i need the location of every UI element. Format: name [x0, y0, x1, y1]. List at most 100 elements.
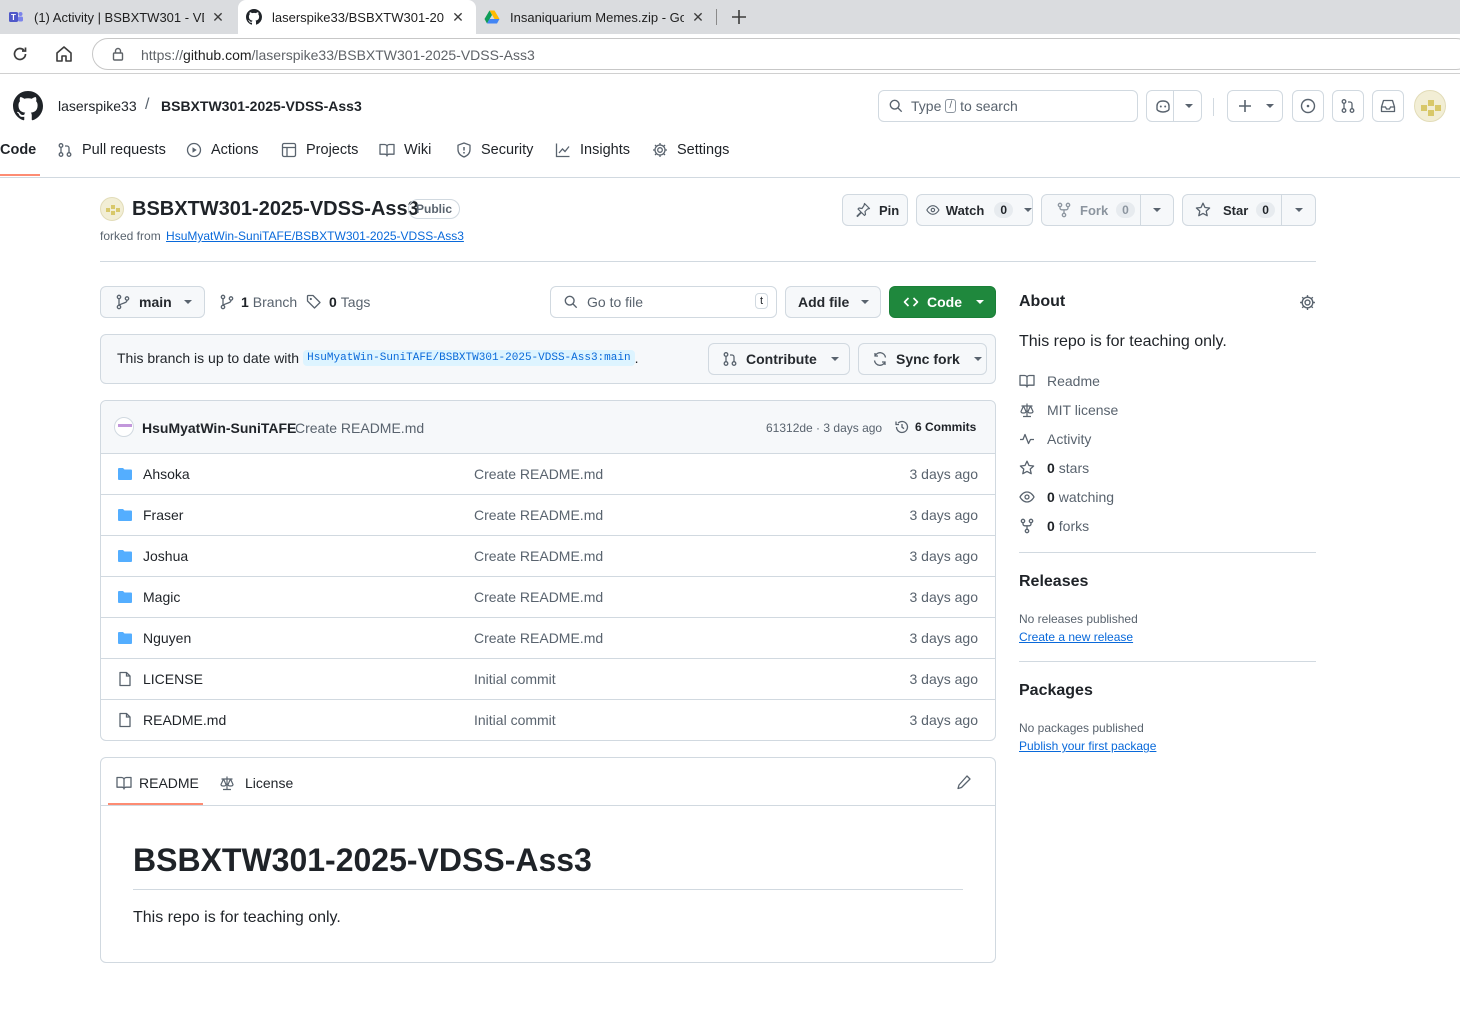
- address-bar[interactable]: https://github.com/laserspike33/BSBXTW30…: [92, 38, 1460, 70]
- fork-dropdown-button[interactable]: [1140, 194, 1174, 226]
- commit-sha-time[interactable]: 61312de · 3 days ago: [766, 421, 882, 435]
- file-name-link[interactable]: Magic: [143, 589, 180, 605]
- upstream-ref-link[interactable]: HsuMyatWin-SuniTAFE/BSBXTW301-2025-VDSS-…: [303, 350, 635, 366]
- repo-title[interactable]: BSBXTW301-2025-VDSS-Ass3: [132, 198, 419, 221]
- packages-title[interactable]: Packages: [1019, 682, 1093, 700]
- star-button[interactable]: Star 0: [1182, 194, 1282, 226]
- tag-icon: [306, 294, 321, 309]
- file-icon: [117, 712, 133, 728]
- tab-label: Wiki: [404, 142, 432, 158]
- forked-from-link[interactable]: HsuMyatWin-SuniTAFE/BSBXTW301-2025-VDSS-…: [166, 229, 464, 243]
- file-commit-message[interactable]: Create README.md: [474, 630, 603, 646]
- readme-link[interactable]: Readme: [1019, 373, 1100, 389]
- create-release-link[interactable]: Create a new release: [1019, 630, 1133, 644]
- go-to-file-input[interactable]: Go to file t: [550, 286, 777, 318]
- commits-link[interactable]: 6 Commits: [894, 419, 976, 435]
- file-commit-message[interactable]: Initial commit: [474, 712, 556, 728]
- breadcrumb-repo[interactable]: BSBXTW301-2025-VDSS-Ass3: [161, 98, 362, 114]
- file-row[interactable]: Magic Create README.md 3 days ago: [101, 576, 995, 617]
- publish-package-link[interactable]: Publish your first package: [1019, 739, 1156, 753]
- file-row[interactable]: Joshua Create README.md 3 days ago: [101, 535, 995, 576]
- tab-settings[interactable]: Settings: [652, 142, 729, 158]
- file-row[interactable]: Nguyen Create README.md 3 days ago: [101, 617, 995, 658]
- commit-message[interactable]: Create README.md: [295, 420, 424, 436]
- inbox-button[interactable]: [1372, 90, 1404, 122]
- commit-author[interactable]: HsuMyatWin-SuniTAFE: [142, 420, 296, 436]
- search-placeholder-type: Type: [911, 98, 942, 114]
- tab-projects[interactable]: Projects: [281, 142, 358, 158]
- tab-license[interactable]: License: [219, 775, 293, 791]
- releases-title[interactable]: Releases: [1019, 573, 1088, 591]
- branch-select-button[interactable]: main: [100, 286, 205, 318]
- fork-button[interactable]: Fork 0: [1041, 194, 1141, 226]
- file-commit-message[interactable]: Initial commit: [474, 671, 556, 687]
- tab-pull-requests[interactable]: Pull requests: [57, 142, 166, 158]
- star-dropdown-button[interactable]: [1281, 194, 1316, 226]
- tab-security[interactable]: Security: [456, 142, 533, 158]
- activity-link[interactable]: Activity: [1019, 431, 1091, 447]
- forks-link[interactable]: 0 forks: [1019, 518, 1089, 534]
- chevron-down-icon: [1024, 208, 1032, 212]
- file-name-link[interactable]: Joshua: [143, 548, 188, 564]
- global-search-input[interactable]: Type / to search: [878, 90, 1138, 122]
- close-tab-icon[interactable]: ✕: [210, 9, 226, 25]
- pencil-icon[interactable]: [956, 774, 972, 790]
- file-name-link[interactable]: Nguyen: [143, 630, 191, 646]
- pin-button[interactable]: Pin: [842, 194, 908, 226]
- tab-insights[interactable]: Insights: [555, 142, 630, 158]
- reload-icon[interactable]: [10, 44, 30, 64]
- file-commit-message[interactable]: Create README.md: [474, 589, 603, 605]
- tags-link[interactable]: 0 Tags: [306, 294, 370, 310]
- file-row[interactable]: Ahsoka Create README.md 3 days ago: [101, 453, 995, 494]
- close-tab-icon[interactable]: ✕: [450, 9, 466, 25]
- gear-icon[interactable]: [1299, 294, 1316, 311]
- github-logo-icon[interactable]: [13, 91, 43, 121]
- new-tab-icon[interactable]: [728, 6, 750, 28]
- avatar[interactable]: [1414, 90, 1446, 122]
- branch-label: main: [139, 294, 172, 310]
- code-label: Code: [927, 294, 962, 310]
- home-icon[interactable]: [54, 44, 74, 64]
- contribute-button[interactable]: Contribute: [708, 343, 850, 375]
- breadcrumb-owner[interactable]: laserspike33: [58, 98, 137, 114]
- commit-author-avatar[interactable]: [114, 417, 134, 437]
- browser-tab-github[interactable]: laserspike33/BSBXTW301-2025-V ✕: [238, 0, 476, 34]
- site-info-icon[interactable]: [111, 47, 125, 61]
- issues-button[interactable]: [1292, 90, 1324, 122]
- copilot-button[interactable]: [1146, 90, 1202, 122]
- close-tab-icon[interactable]: ✕: [690, 9, 706, 25]
- browser-tab-teams[interactable]: T (1) Activity | BSBXTW301 - VDSS - ✕: [0, 0, 236, 34]
- file-name-link[interactable]: Ahsoka: [143, 466, 190, 482]
- pull-requests-button[interactable]: [1332, 90, 1364, 122]
- stars-link[interactable]: 0 stars: [1019, 460, 1089, 476]
- file-row[interactable]: Fraser Create README.md 3 days ago: [101, 494, 995, 535]
- file-commit-message[interactable]: Create README.md: [474, 466, 603, 482]
- chevron-down-icon: [1185, 104, 1193, 108]
- file-icon: [117, 671, 133, 687]
- file-row[interactable]: README.md Initial commit 3 days ago: [101, 699, 995, 740]
- file-name-link[interactable]: LICENSE: [143, 671, 203, 687]
- file-name-link[interactable]: Fraser: [143, 507, 183, 523]
- tab-wiki[interactable]: Wiki: [379, 142, 431, 158]
- license-link[interactable]: MIT license: [1019, 402, 1118, 418]
- file-row[interactable]: LICENSE Initial commit 3 days ago: [101, 658, 995, 699]
- create-new-button[interactable]: [1227, 90, 1283, 122]
- browser-tab-drive[interactable]: Insaniquarium Memes.zip - Goog ✕: [476, 0, 716, 34]
- tab-actions[interactable]: Actions: [186, 142, 259, 158]
- sync-fork-button[interactable]: Sync fork: [858, 343, 987, 375]
- watch-button[interactable]: Watch 0: [916, 194, 1033, 226]
- branch-status-label: This branch is up to date with: [117, 350, 300, 366]
- tab-label: Pull requests: [82, 142, 166, 158]
- file-name-link[interactable]: README.md: [143, 712, 226, 728]
- file-commit-message[interactable]: Create README.md: [474, 507, 603, 523]
- file-commit-message[interactable]: Create README.md: [474, 548, 603, 564]
- search-shortcut-key: /: [945, 99, 957, 113]
- tab-code[interactable]: Code: [0, 142, 36, 158]
- code-button[interactable]: Code: [889, 286, 996, 318]
- watching-link[interactable]: 0 watching: [1019, 489, 1114, 505]
- branches-link[interactable]: 1 Branch: [219, 294, 297, 310]
- repo-owner-avatar[interactable]: [100, 197, 124, 221]
- commits-label: 6 Commits: [915, 420, 977, 434]
- add-file-button[interactable]: Add file: [785, 286, 881, 318]
- tab-readme[interactable]: README: [116, 775, 199, 791]
